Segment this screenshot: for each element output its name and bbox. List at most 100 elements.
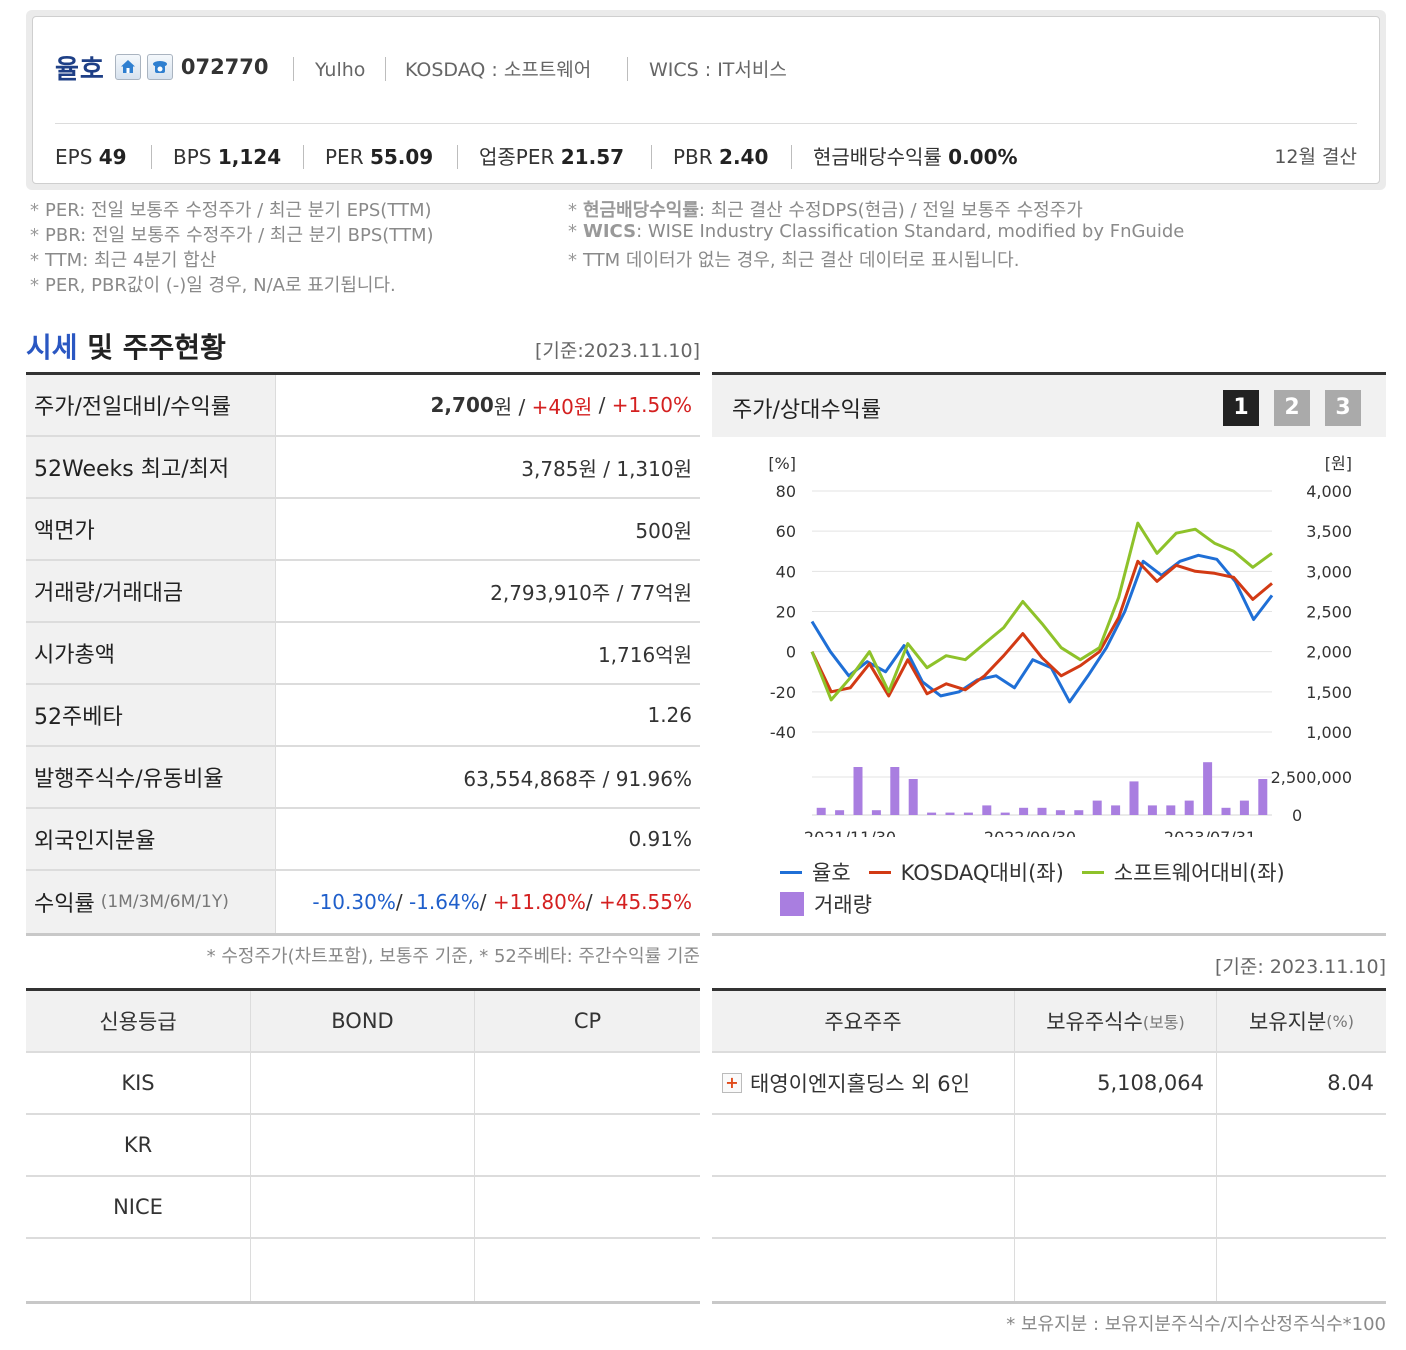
shareholder-table-row: + 태영이엔지홀딩스 외 6인 5,108,064 8.04	[712, 1053, 1386, 1115]
price-row-label: 외국인지분율	[26, 809, 276, 869]
company-eng-name: Yulho	[315, 59, 366, 81]
value-part: +45.55%	[598, 890, 692, 914]
legend-swatch	[1081, 870, 1104, 874]
base-date-left: [기준:2023.11.10]	[535, 340, 700, 362]
stock-code: 072770	[180, 55, 269, 79]
note-pbr: * PBR: 전일 보통주 수정주가 / 최근 분기 BPS(TTM)	[30, 225, 434, 246]
value-part: 원 /	[493, 394, 532, 419]
y2-tick-label: 3,000	[1306, 562, 1352, 581]
x-tick-label: 2023/07/31	[1164, 828, 1256, 837]
base-date-right: [기준: 2023.11.10]	[1214, 956, 1386, 978]
note-per: * PER: 전일 보통주 수정주가 / 최근 분기 EPS(TTM)	[30, 200, 432, 221]
divider	[293, 57, 294, 81]
y-tick-label: 60	[776, 522, 796, 541]
value-part: 2,793,910주 / 77억원	[490, 580, 692, 605]
price-row-label: 주가/전일대비/수익률	[26, 375, 276, 435]
volume-bar	[982, 805, 992, 815]
phone-icon[interactable]	[146, 54, 173, 80]
price-table-row: 외국인지분율 0.91%	[26, 809, 700, 871]
header-divider	[55, 123, 1357, 124]
x-tick-label: 2021/11/30	[804, 828, 896, 837]
divider	[791, 145, 792, 169]
volume-tick-label: 0	[1292, 806, 1302, 825]
price-table-row: 액면가 500원	[26, 499, 700, 561]
credit-table-row: NICE	[26, 1177, 700, 1239]
shareholder-table-row	[712, 1115, 1386, 1177]
price-row-value: -10.30% / -1.64% / +11.80% / +45.55%	[276, 871, 700, 933]
value-part: 0.91%	[628, 827, 692, 851]
section-title: 시세 및 주주현황	[26, 331, 226, 364]
value-part: 2,700	[430, 393, 494, 417]
shareholder-header-cell: 보유지분 (%)	[1217, 991, 1386, 1051]
volume-bar	[1074, 810, 1084, 815]
company-name: 율호	[55, 54, 105, 85]
ratio-row: EPS 49 BPS 1,124 PER 55.09 업종PER 21.57 P…	[55, 141, 1357, 173]
price-row-value: 63,554,868주 / 91.96%	[276, 747, 700, 807]
credit-rating-table: 신용등급 BOND CP KIS KR NICE	[26, 988, 700, 1304]
y2-tick-label: 1,500	[1306, 683, 1352, 702]
volume-bar	[1055, 810, 1065, 815]
credit-cell: NICE	[26, 1177, 251, 1237]
price-table-row: 수익률 (1M/3M/6M/1Y) -10.30% / -1.64% / +11.80%…	[26, 871, 700, 933]
divider	[627, 57, 628, 81]
volume-bar	[1129, 781, 1139, 815]
volume-bar	[1092, 800, 1102, 815]
shares-held-cell: 5,108,064	[1015, 1053, 1217, 1113]
ownership-pct-cell: 8.04	[1327, 1071, 1374, 1095]
ownership-pct-cell	[1217, 1115, 1386, 1175]
shareholder-name-cell	[712, 1239, 1015, 1301]
volume-bar	[890, 767, 900, 815]
credit-table-row: KR	[26, 1115, 700, 1177]
price-table-row: 52Weeks 최고/최저 3,785원 / 1,310원	[26, 437, 700, 499]
value-part: 500원	[635, 518, 692, 543]
legend-swatch	[868, 870, 891, 874]
price-row-label: 거래량/거래대금	[26, 561, 276, 621]
legend-swatch	[780, 870, 802, 874]
volume-bar	[927, 812, 937, 815]
value-part: +1.50%	[611, 393, 692, 417]
credit-cell	[475, 1053, 700, 1113]
chart-panel: 주가/상대수익률 1 2 3 [%] [원] 80 4,000 60 3,500 40 3,0…	[712, 372, 1386, 936]
company-header-inner: 율호 072770 Yulho KOSDAQ : 소프트웨어 WICS : IT…	[32, 16, 1380, 184]
note-ttm-missing: * TTM 데이터가 없는 경우, 최근 결산 데이터로 표시됩니다.	[568, 250, 1020, 271]
divider	[651, 145, 652, 169]
chart-page-1-button[interactable]: 1	[1223, 390, 1259, 426]
market-sector: KOSDAQ : 소프트웨어	[405, 59, 592, 81]
legend-swatch	[780, 892, 804, 916]
shareholder-name-cell	[712, 1177, 1015, 1237]
ownership-pct-cell	[1217, 1239, 1386, 1301]
volume-bar	[816, 807, 826, 815]
credit-header-cell: CP	[573, 1009, 602, 1033]
y2-tick-label: 4,000	[1306, 482, 1352, 501]
shareholder-name[interactable]: 태영이엔지홀딩스 외 6인	[750, 1068, 970, 1098]
price-row-value: 1.26	[276, 685, 700, 745]
value-part: 3,785원 / 1,310원	[521, 456, 692, 481]
expand-plus-icon[interactable]: +	[722, 1073, 742, 1093]
header-main: 보유지분	[1249, 1010, 1327, 1034]
volume-bar	[871, 810, 881, 815]
shareholder-table: 주요주주 보유주식수 (보통) 보유지분 (%) + 태영이엔지홀딩스 외 6인 5,108,…	[712, 988, 1386, 1304]
chart-page-2-button[interactable]: 2	[1274, 390, 1310, 426]
credit-cell	[475, 1239, 700, 1301]
shares-held-cell	[1015, 1177, 1217, 1237]
divider	[151, 145, 152, 169]
credit-cell	[475, 1115, 700, 1175]
company-title-row: 율호 072770	[55, 47, 269, 87]
price-row-label: 시가총액	[26, 623, 276, 683]
price-row-label: 52Weeks 최고/최저	[26, 437, 276, 497]
price-return-chart: [%] [원] 80 4,000 60 3,500 40 3,000 20 2,500 0 2,000…	[768, 454, 1352, 837]
ownership-pct-cell	[1217, 1177, 1386, 1237]
credit-cell	[26, 1239, 251, 1301]
credit-cell	[251, 1053, 475, 1113]
shareholder-header-cell: 주요주주	[712, 991, 1015, 1051]
credit-cell	[475, 1177, 700, 1237]
company-header: 율호 072770 Yulho KOSDAQ : 소프트웨어 WICS : IT…	[26, 10, 1386, 190]
value-part: -10.30%	[312, 890, 396, 914]
chart-page-3-button[interactable]: 3	[1325, 390, 1361, 426]
home-icon[interactable]	[114, 54, 141, 80]
volume-bar	[1019, 807, 1029, 815]
credit-table-header: 신용등급 BOND CP	[26, 991, 700, 1053]
y-tick-label: 80	[776, 482, 796, 501]
credit-table-row: KIS	[26, 1053, 700, 1115]
ratio-per: PER 55.09	[325, 145, 434, 169]
